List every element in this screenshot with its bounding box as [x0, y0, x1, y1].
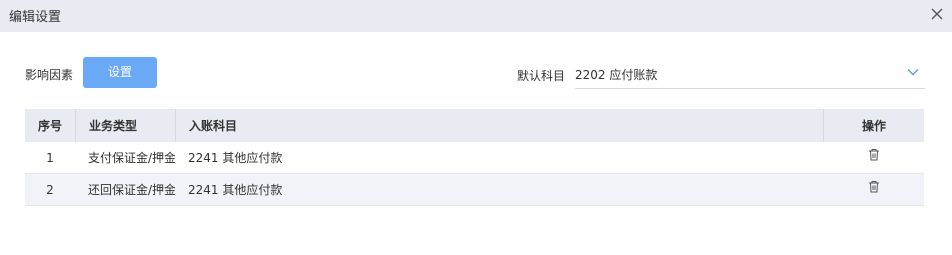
settings-button[interactable]: 设置 [83, 57, 157, 88]
row-account: 2241 其他应付款 [188, 183, 283, 197]
chevron-down-icon[interactable] [907, 68, 919, 76]
row-account: 2241 其他应付款 [188, 151, 283, 165]
factor-label: 影响因素 [25, 68, 74, 82]
dialog-title: 编辑设置 [9, 10, 62, 25]
default-account-value: 2202 应付账款 [575, 68, 658, 82]
default-account-select[interactable]: 2202 应付账款 [575, 58, 925, 89]
header-operation: 操作 [823, 109, 924, 142]
close-icon[interactable] [930, 7, 944, 21]
account-mapping-table: 序号 业务类型 入账科目 操作 1 支付保证金/押金 2241 其他应付款 2 … [25, 109, 924, 206]
row-type: 还回保证金/押金 [88, 183, 175, 197]
trash-icon[interactable] [868, 180, 880, 193]
header-type: 业务类型 [75, 109, 175, 142]
row-no: 2 [46, 182, 54, 197]
row-operation [823, 174, 924, 205]
trash-icon[interactable] [868, 148, 880, 161]
dialog-header: 编辑设置 [0, 0, 952, 32]
row-type: 支付保证金/押金 [88, 151, 175, 165]
header-no: 序号 [37, 119, 62, 133]
table-row: 1 支付保证金/押金 2241 其他应付款 [25, 142, 924, 174]
header-account: 入账科目 [175, 109, 823, 142]
table-header: 序号 业务类型 入账科目 操作 [25, 109, 924, 142]
default-account-label: 默认科目 [517, 69, 566, 83]
table-row: 2 还回保证金/押金 2241 其他应付款 [25, 174, 924, 206]
row-operation [823, 142, 924, 173]
row-no: 1 [46, 150, 54, 165]
